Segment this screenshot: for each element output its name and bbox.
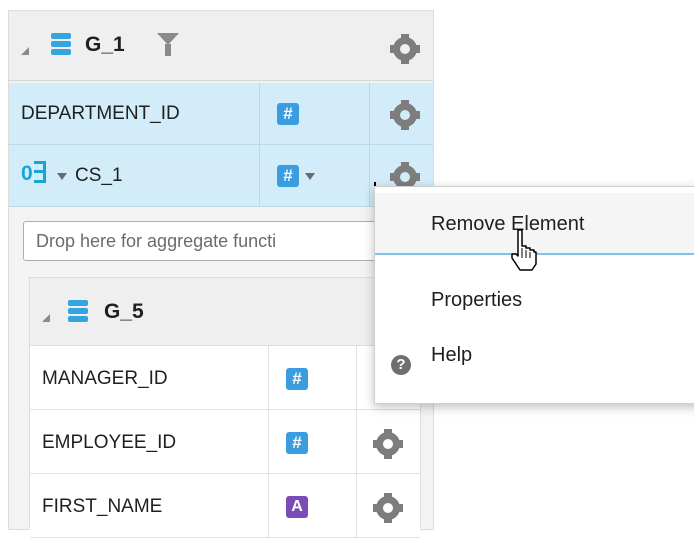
hash-icon[interactable]: #	[277, 103, 299, 125]
group-g1-settings-gear-icon[interactable]	[390, 34, 420, 64]
column-row-department-id[interactable]: DEPARTMENT_ID #	[9, 83, 433, 145]
column-settings-gear-icon[interactable]	[390, 100, 420, 130]
column-settings-gear-icon[interactable]	[373, 493, 403, 523]
filter-icon[interactable]	[157, 33, 179, 57]
menu-item-help[interactable]: ? Help	[375, 335, 694, 397]
summary-formula-icon[interactable]: 0	[21, 161, 46, 186]
menu-item-properties[interactable]: Properties	[375, 269, 694, 331]
column-settings-gear-icon[interactable]	[373, 429, 403, 459]
chevron-down-icon[interactable]	[305, 173, 315, 180]
menu-item-help-label: Help	[431, 344, 473, 366]
column-row-first-name[interactable]: FIRST_NAME A	[30, 474, 420, 538]
column-label: MANAGER_ID	[42, 368, 168, 389]
hash-icon[interactable]: #	[286, 432, 308, 454]
hand-pointer-cursor-icon	[511, 229, 537, 271]
group-g1-title: G_1	[85, 33, 125, 56]
column-row-cs1[interactable]: 0 CS_1 #	[9, 145, 433, 207]
collapse-triangle-icon[interactable]	[42, 314, 50, 322]
group-g1-header: G_1	[9, 11, 433, 81]
column-row-manager-id[interactable]: MANAGER_ID #	[30, 346, 420, 410]
database-icon	[68, 300, 88, 322]
column-label: EMPLOYEE_ID	[42, 432, 177, 453]
group-g5-title: G_5	[104, 300, 144, 323]
help-icon: ?	[391, 355, 411, 375]
chevron-down-icon[interactable]	[57, 173, 67, 180]
hash-icon[interactable]: #	[286, 368, 308, 390]
column-label: FIRST_NAME	[42, 496, 163, 517]
hash-icon[interactable]: #	[277, 165, 299, 187]
collapse-triangle-icon[interactable]	[21, 47, 29, 55]
aggregate-drop-zone[interactable]: Drop here for aggregate functi	[23, 221, 433, 261]
context-menu: Remove Element Properties ? Help	[374, 186, 694, 404]
group-g5-header: G_5	[30, 278, 420, 346]
column-label: CS_1	[75, 165, 123, 186]
column-label: DEPARTMENT_ID	[21, 103, 180, 124]
column-row-employee-id[interactable]: EMPLOYEE_ID #	[30, 410, 420, 474]
group-g1-panel: G_1 DEPARTMENT_ID # 0 CS_1 # Drop here f…	[8, 10, 434, 538]
group-g5-panel: G_5 MANAGER_ID # EMPLOYEE_ID # FIRST_NAM…	[29, 277, 421, 538]
text-type-icon[interactable]: A	[286, 496, 308, 518]
database-icon	[51, 33, 71, 55]
